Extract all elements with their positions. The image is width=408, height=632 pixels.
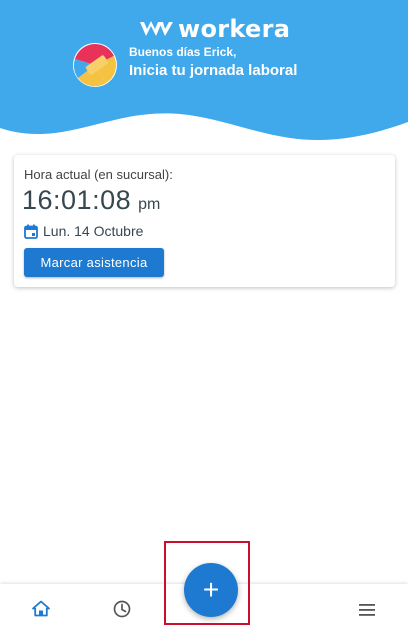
menu-icon[interactable] bbox=[358, 603, 376, 617]
current-date: Lun. 14 Octubre bbox=[43, 223, 144, 239]
avatar[interactable] bbox=[72, 42, 118, 88]
clock-icon[interactable] bbox=[113, 600, 131, 618]
workera-logo-icon bbox=[140, 21, 173, 36]
current-time-label: Hora actual (en sucursal): bbox=[24, 167, 173, 182]
date-display: Lun. 14 Octubre bbox=[24, 223, 143, 239]
current-time: 16:01:08 bbox=[22, 185, 132, 215]
logo-text: workera bbox=[178, 15, 291, 43]
home-icon[interactable] bbox=[32, 600, 50, 617]
header: workera Buenos días Erick, Inicia tu jor… bbox=[0, 0, 408, 150]
attendance-card: Hora actual (en sucursal): 16:01:08 pm L… bbox=[14, 155, 395, 287]
workera-logo: workera bbox=[138, 15, 291, 43]
calendar-icon bbox=[24, 224, 38, 239]
greeting-text: Buenos días Erick, bbox=[129, 45, 237, 59]
highlight-box bbox=[164, 541, 250, 625]
mark-attendance-button[interactable]: Marcar asistencia bbox=[24, 248, 164, 277]
greeting-subtitle: Inicia tu jornada laboral bbox=[129, 62, 298, 79]
time-display: 16:01:08 pm bbox=[22, 185, 160, 216]
am-pm: pm bbox=[138, 196, 161, 213]
